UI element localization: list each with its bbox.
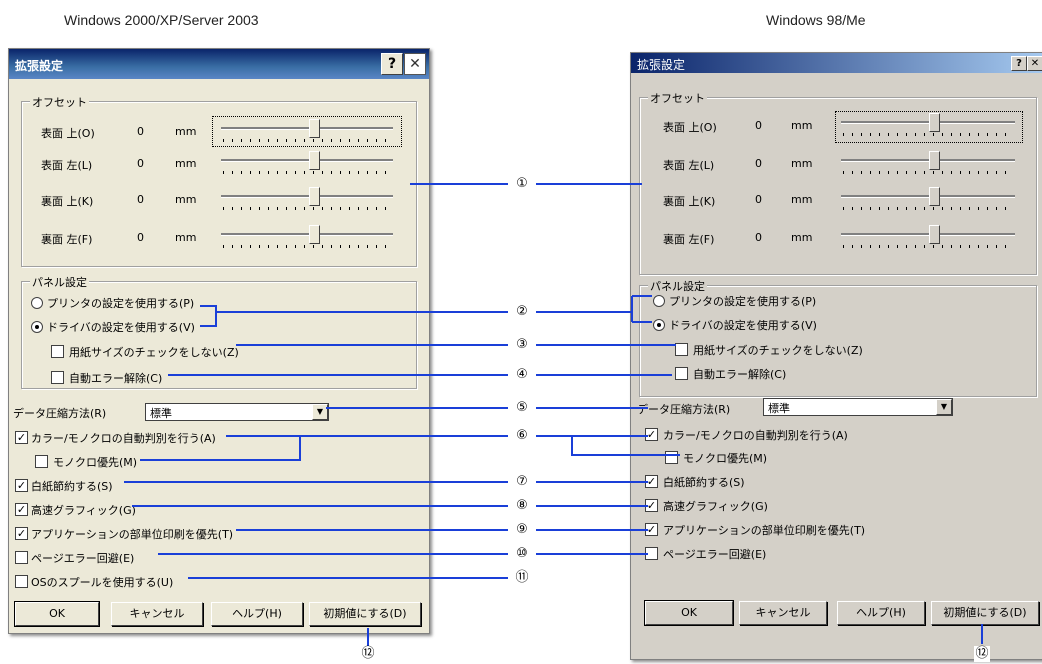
callout-10: ⑩ — [514, 546, 530, 562]
callout-12-right: ⑫ — [974, 646, 990, 662]
callout-3: ③ — [514, 337, 530, 353]
callout-8: ⑧ — [514, 498, 530, 514]
callout-11: ⑪ — [514, 570, 530, 586]
callout-1: ① — [514, 176, 530, 192]
callout-6: ⑥ — [514, 428, 530, 444]
callout-2: ② — [514, 304, 530, 320]
callout-lines — [124, 183, 983, 648]
callout-7: ⑦ — [514, 474, 530, 490]
callout-4: ④ — [514, 367, 530, 383]
callout-5: ⑤ — [514, 400, 530, 416]
callout-12: ⑫ — [360, 646, 376, 662]
callout-9: ⑨ — [514, 522, 530, 538]
